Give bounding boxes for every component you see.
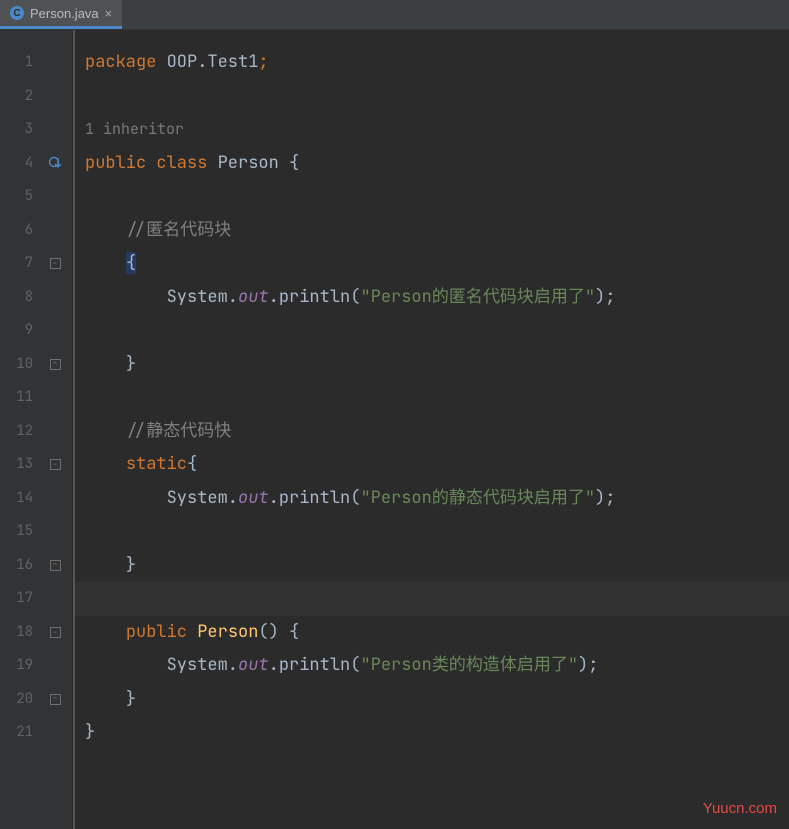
code-line: //匿名代码块 xyxy=(85,214,789,248)
override-icon[interactable] xyxy=(48,156,62,170)
line-number[interactable]: 15 xyxy=(0,515,33,549)
code-line: } xyxy=(85,348,789,382)
tab-bar: C Person.java × xyxy=(0,0,789,30)
inlay-hint: 1 inheritor xyxy=(85,113,789,147)
code-line xyxy=(85,515,789,549)
line-number[interactable]: 10 xyxy=(0,348,33,382)
code-area[interactable]: package OOP.Test1; 1 inheritor public cl… xyxy=(73,30,789,829)
line-number[interactable]: 16 xyxy=(0,549,33,583)
code-line xyxy=(85,750,789,784)
fold-end-icon[interactable]: ⌃ xyxy=(50,359,61,370)
line-number[interactable]: 8 xyxy=(0,281,33,315)
line-number[interactable]: 19 xyxy=(0,649,33,683)
code-line: package OOP.Test1; xyxy=(85,46,789,80)
code-line: System.out.println("Person类的构造体启用了"); xyxy=(85,649,789,683)
line-number[interactable]: 14 xyxy=(0,482,33,516)
tab-filename: Person.java xyxy=(30,6,99,21)
code-line xyxy=(85,314,789,348)
code-line: //静态代码快 xyxy=(85,415,789,449)
code-line xyxy=(85,381,789,415)
line-number[interactable]: 2 xyxy=(0,80,33,114)
line-number[interactable]: 17 xyxy=(0,582,33,616)
code-line: public class Person { xyxy=(85,147,789,181)
code-line xyxy=(85,180,789,214)
watermark: Yuucn.com xyxy=(703,800,777,817)
gutter-icons: − ⌃ − ⌃ − ⌃ xyxy=(45,46,65,783)
line-number[interactable]: 7 xyxy=(0,247,33,281)
code-line: } xyxy=(85,683,789,717)
code-line: } xyxy=(85,549,789,583)
code-line: public Person() { xyxy=(85,616,789,650)
line-number[interactable]: 9 xyxy=(0,314,33,348)
editor: 1 2 3 4 5 6 7 8 9 10 11 12 13 14 15 16 1… xyxy=(0,30,789,829)
line-number[interactable]: 12 xyxy=(0,415,33,449)
line-number[interactable]: 11 xyxy=(0,381,33,415)
fold-collapse-icon[interactable]: − xyxy=(50,258,61,269)
code-line-current xyxy=(75,582,789,616)
line-number[interactable]: 1 xyxy=(0,46,33,80)
fold-end-icon[interactable]: ⌃ xyxy=(50,694,61,705)
line-number[interactable]: 13 xyxy=(0,448,33,482)
line-number[interactable]: 5 xyxy=(0,180,33,214)
fold-end-icon[interactable]: ⌃ xyxy=(50,560,61,571)
code-line xyxy=(85,80,789,114)
class-file-icon: C xyxy=(10,6,24,20)
code-line: System.out.println("Person的静态代码块启用了"); xyxy=(85,482,789,516)
line-number[interactable]: 21 xyxy=(0,716,33,750)
code-line: } xyxy=(85,716,789,750)
line-number[interactable]: 4 xyxy=(0,147,33,181)
tab-person-java[interactable]: C Person.java × xyxy=(0,0,122,29)
fold-collapse-icon[interactable]: − xyxy=(50,459,61,470)
line-number[interactable]: 3 xyxy=(0,113,33,147)
code-line: System.out.println("Person的匿名代码块启用了"); xyxy=(85,281,789,315)
code-line: { xyxy=(85,247,789,281)
line-number[interactable]: 6 xyxy=(0,214,33,248)
fold-collapse-icon[interactable]: − xyxy=(50,627,61,638)
line-number[interactable]: 20 xyxy=(0,683,33,717)
line-number[interactable]: 18 xyxy=(0,616,33,650)
close-icon[interactable]: × xyxy=(105,6,113,21)
code-line: static{ xyxy=(85,448,789,482)
gutter: 1 2 3 4 5 6 7 8 9 10 11 12 13 14 15 16 1… xyxy=(0,30,72,829)
